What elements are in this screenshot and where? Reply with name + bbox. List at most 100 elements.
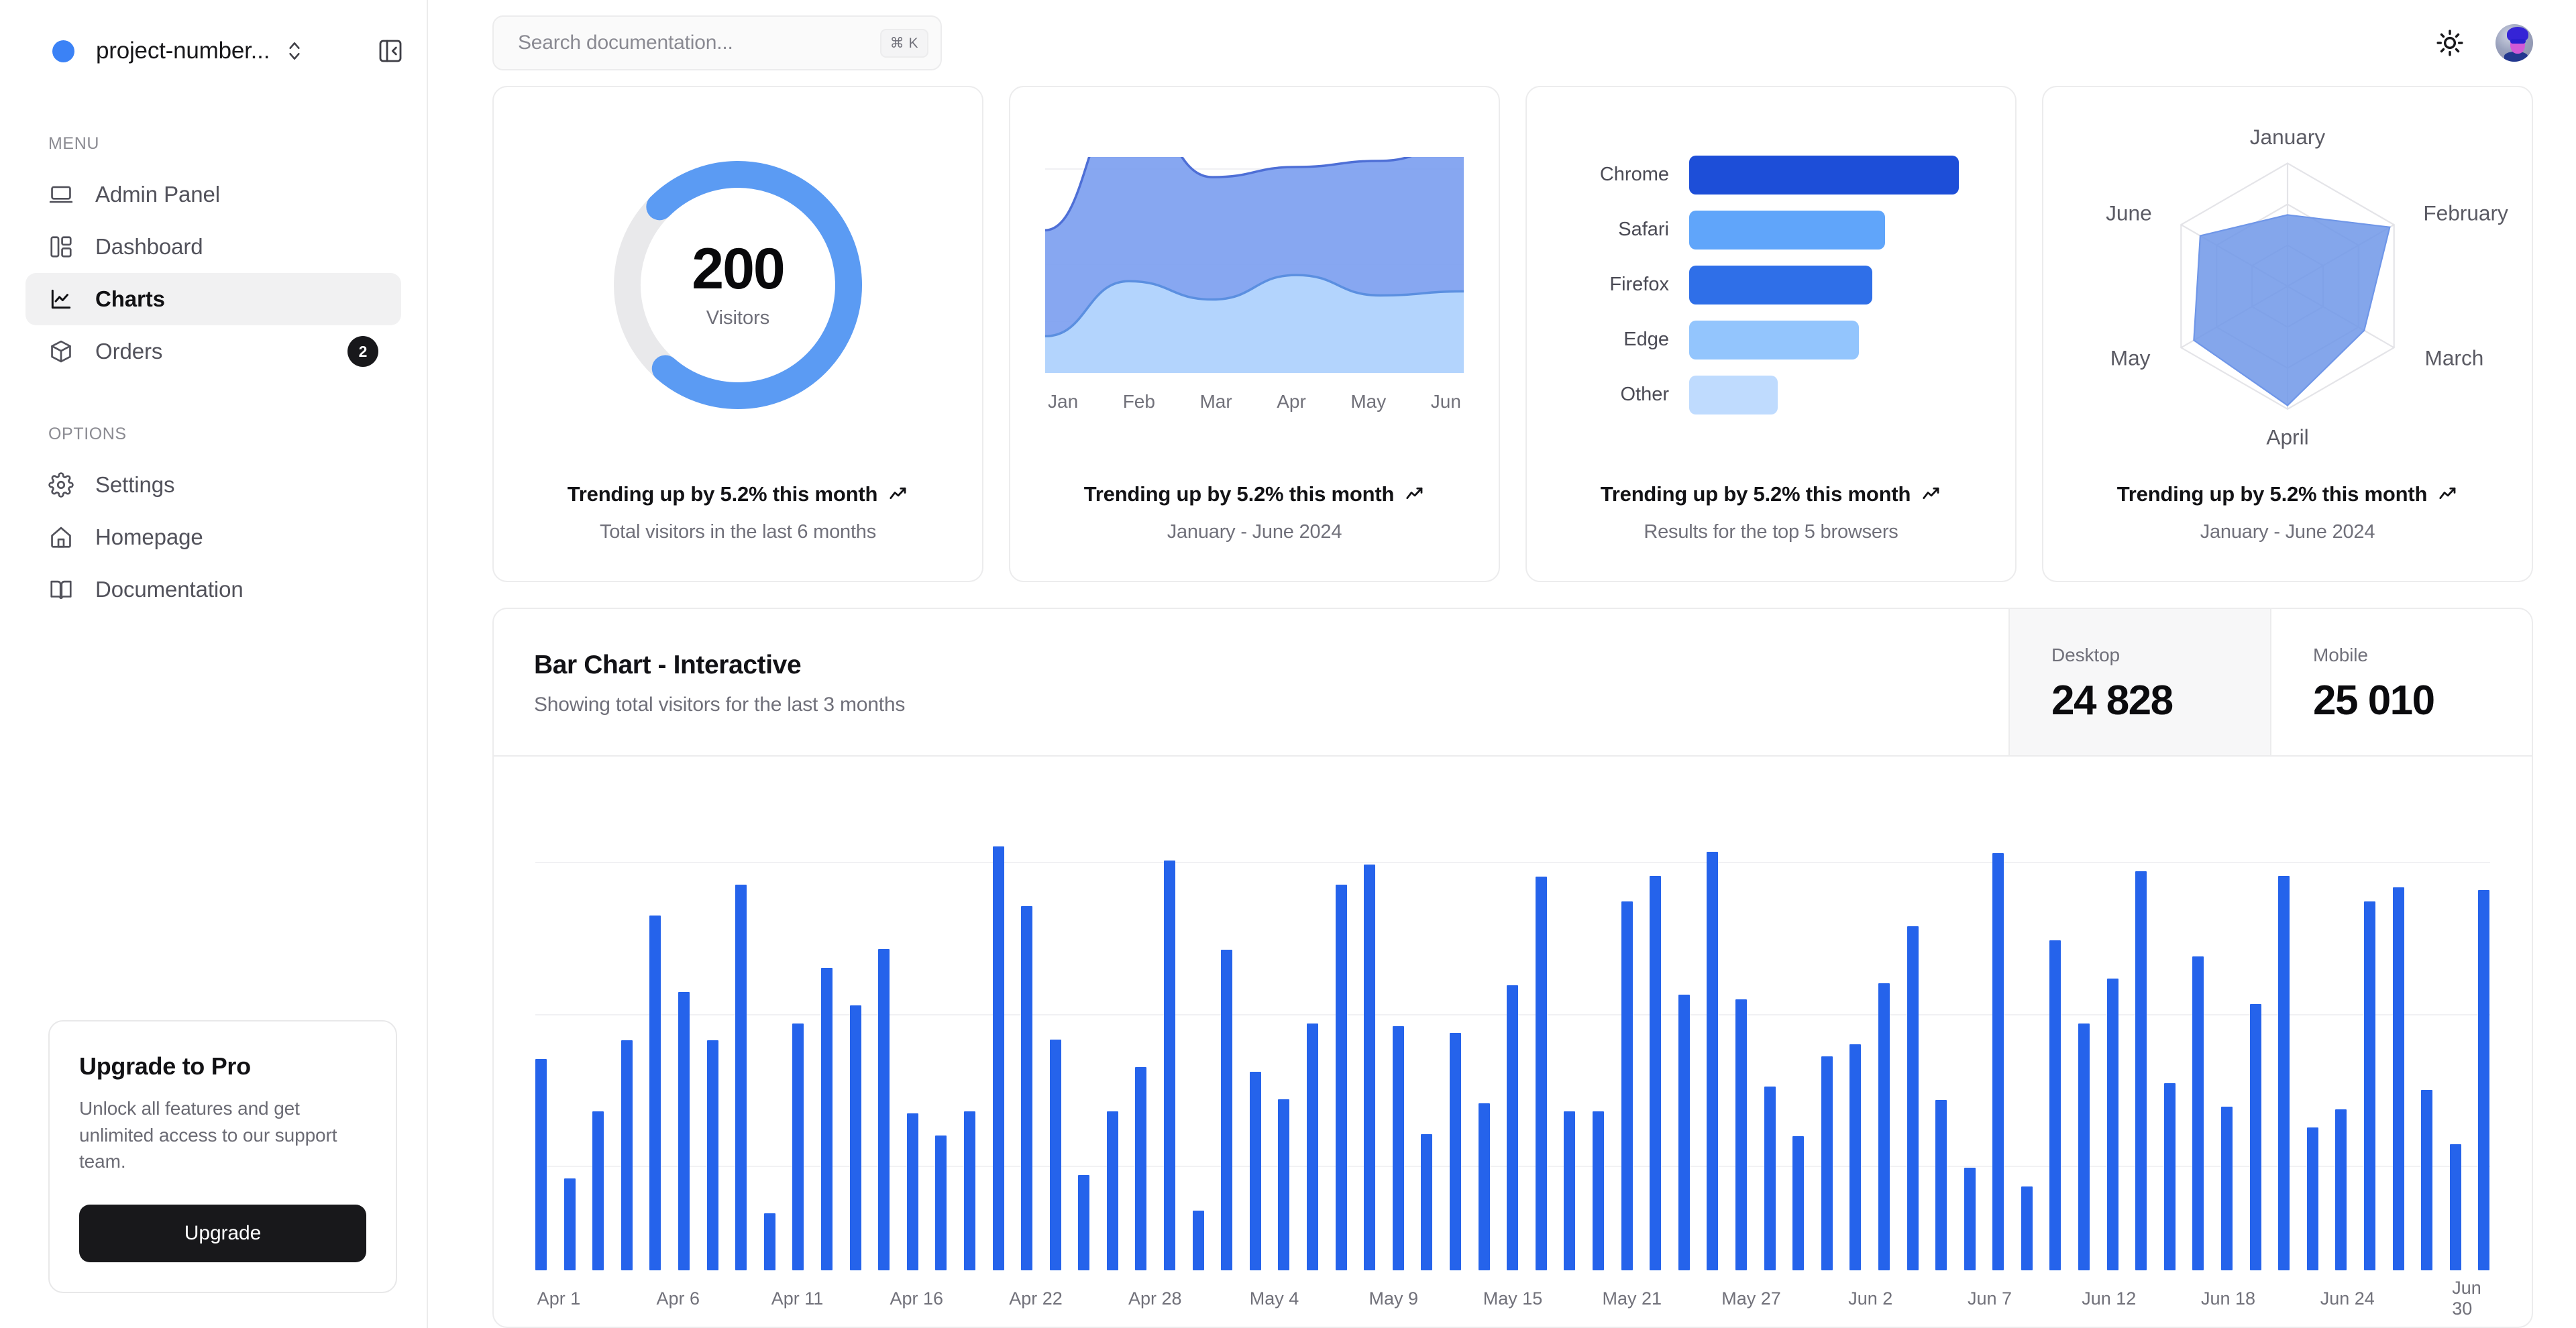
bar[interactable]	[1964, 1167, 1976, 1270]
bar[interactable]	[621, 1040, 633, 1270]
bar[interactable]	[878, 948, 890, 1270]
bar[interactable]	[1735, 999, 1747, 1270]
browser-bar[interactable]	[1689, 375, 1778, 414]
bar[interactable]	[1507, 985, 1519, 1270]
bar[interactable]	[1307, 1023, 1319, 1270]
bar[interactable]	[2221, 1107, 2233, 1270]
browser-bar[interactable]	[1689, 210, 1886, 250]
bar[interactable]	[735, 884, 747, 1270]
bar[interactable]	[1421, 1134, 1433, 1270]
sidebar-item-charts[interactable]: Charts	[25, 273, 401, 325]
browser-bar[interactable]	[1689, 320, 1859, 359]
sidebar-collapse-icon[interactable]	[377, 38, 404, 64]
avatar[interactable]	[2496, 24, 2533, 62]
bar[interactable]	[1992, 852, 2004, 1270]
bar[interactable]	[2021, 1186, 2033, 1270]
bar[interactable]	[1335, 884, 1347, 1270]
bar[interactable]	[1078, 1175, 1090, 1270]
bar[interactable]	[2335, 1109, 2347, 1270]
bar[interactable]	[2049, 940, 2061, 1270]
bar[interactable]	[535, 1059, 547, 1270]
bar[interactable]	[678, 991, 690, 1270]
area-chart-card: Jan Feb Mar Apr May Jun Trending up by 5.2% t…	[1009, 86, 1500, 582]
bar[interactable]	[1764, 1087, 1776, 1270]
bar[interactable]	[1849, 1044, 1862, 1270]
browsers-chart-body: Chrome Safari Firefox Edge Other	[1527, 87, 2015, 482]
bar[interactable]	[2421, 1089, 2433, 1270]
browser-bar[interactable]	[1689, 155, 1960, 195]
bar[interactable]	[1106, 1111, 1118, 1270]
bar[interactable]	[1592, 1111, 1604, 1270]
bar-chart-title: Bar Chart - Interactive	[534, 651, 802, 679]
bar[interactable]	[592, 1111, 604, 1270]
bar[interactable]	[1935, 1100, 1947, 1270]
bar[interactable]	[1364, 864, 1376, 1270]
bar[interactable]	[2163, 1083, 2176, 1270]
sun-icon[interactable]	[2435, 28, 2465, 58]
bar[interactable]	[2306, 1127, 2318, 1270]
bar[interactable]	[1878, 983, 1890, 1270]
trending-up-icon	[1921, 484, 1941, 504]
search-input[interactable]: Search documentation... ⌘ K	[492, 15, 942, 70]
bar[interactable]	[1478, 1103, 1490, 1270]
bar[interactable]	[906, 1113, 918, 1270]
bar[interactable]	[849, 1005, 861, 1270]
radar-axis-label: February	[2423, 201, 2508, 225]
bar[interactable]	[706, 1040, 718, 1270]
bar[interactable]	[1392, 1026, 1404, 1270]
bar[interactable]	[1564, 1111, 1576, 1270]
stat-toggle-desktop[interactable]: Desktop 24 828	[2008, 609, 2270, 755]
bar[interactable]	[963, 1111, 975, 1270]
bar[interactable]	[1621, 901, 1633, 1270]
bar[interactable]	[1707, 852, 1719, 1270]
bar[interactable]	[1249, 1071, 1261, 1270]
bar[interactable]	[763, 1213, 775, 1270]
bar[interactable]	[1049, 1039, 1061, 1270]
bar[interactable]	[935, 1135, 947, 1270]
sidebar-item-dashboard[interactable]: Dashboard	[25, 221, 401, 273]
bar[interactable]	[1021, 906, 1033, 1270]
bar[interactable]	[1821, 1056, 1833, 1270]
bar[interactable]	[2449, 1144, 2461, 1270]
bar[interactable]	[2278, 875, 2290, 1270]
stat-value: 24 828	[2051, 677, 2174, 724]
bar[interactable]	[564, 1178, 576, 1270]
sidebar-item-label: Dashboard	[95, 234, 203, 259]
bar[interactable]	[2392, 887, 2404, 1270]
bar[interactable]	[1192, 1210, 1204, 1270]
bar[interactable]	[649, 916, 661, 1270]
bar[interactable]	[1135, 1066, 1147, 1270]
bar[interactable]	[2249, 1004, 2261, 1270]
bar[interactable]	[2078, 1023, 2090, 1270]
sidebar-item-documentation[interactable]: Documentation	[25, 563, 401, 616]
bar[interactable]	[1907, 926, 1919, 1270]
sidebar-item-settings[interactable]: Settings	[25, 459, 401, 511]
axis-tick-label: Apr	[1277, 391, 1306, 412]
sidebar-item-admin-panel[interactable]: Admin Panel	[25, 168, 401, 221]
bar[interactable]	[1792, 1136, 1805, 1270]
chevron-up-down-icon[interactable]	[286, 40, 303, 62]
project-switcher[interactable]: project-number...	[0, 0, 427, 75]
browser-name: Other	[1620, 384, 1669, 405]
upgrade-button[interactable]: Upgrade	[79, 1205, 366, 1262]
stat-toggle-mobile[interactable]: Mobile 25 010	[2270, 609, 2532, 755]
bar[interactable]	[2135, 871, 2147, 1270]
bar[interactable]	[992, 846, 1004, 1270]
sidebar-item-orders[interactable]: Orders 2	[25, 325, 401, 378]
bar[interactable]	[1450, 1032, 1461, 1270]
bar[interactable]	[1278, 1099, 1290, 1270]
bar[interactable]	[1650, 875, 1662, 1270]
bar[interactable]	[2192, 956, 2204, 1270]
bar[interactable]	[1164, 861, 1176, 1270]
area-chart-body: Jan Feb Mar Apr May Jun	[1010, 87, 1499, 482]
bar[interactable]	[2106, 978, 2118, 1270]
sidebar-item-homepage[interactable]: Homepage	[25, 511, 401, 563]
bar[interactable]	[1678, 994, 1690, 1270]
bar[interactable]	[1221, 950, 1233, 1270]
bar[interactable]	[792, 1023, 804, 1270]
browser-bar[interactable]	[1689, 265, 1873, 305]
bar[interactable]	[1535, 877, 1547, 1270]
bar[interactable]	[820, 968, 833, 1270]
bar[interactable]	[2364, 901, 2375, 1270]
bar[interactable]	[2478, 890, 2490, 1270]
